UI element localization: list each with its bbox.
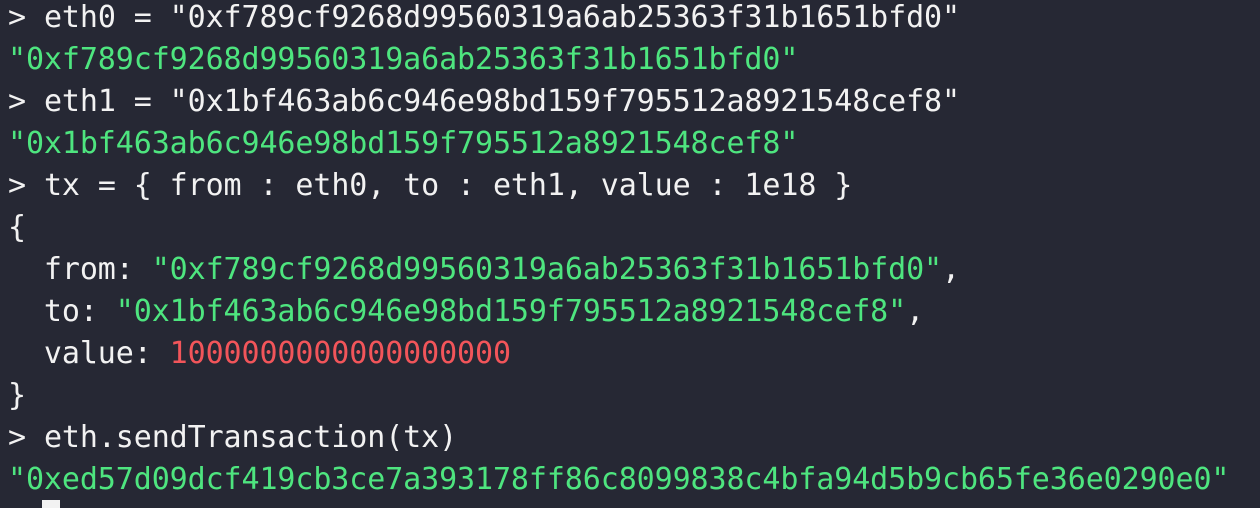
field-value-string: "0xf789cf9268d99560319a6ab25363f31b1651b… <box>151 252 943 287</box>
prompt: > <box>8 420 44 455</box>
prompt: > <box>8 168 44 203</box>
object-open-brace: { <box>8 210 26 245</box>
object-close-brace: } <box>8 378 26 413</box>
object-field-value: value: 1000000000000000000 <box>8 336 1260 378</box>
command-line-eth0: > eth0 = "0xf789cf9268d99560319a6ab25363… <box>8 0 1260 42</box>
field-separator: , <box>942 252 960 287</box>
field-value-string: "0x1bf463ab6c946e98bd159f795512a8921548c… <box>115 294 907 329</box>
field-key: value: <box>8 336 170 371</box>
command-text: eth.sendTransaction(tx) <box>43 420 458 455</box>
terminal-cursor[interactable] <box>42 500 60 508</box>
command-text: tx = { from : eth0, to : eth1, value : 1… <box>43 168 853 203</box>
command-line-eth1: > eth1 = "0x1bf463ab6c946e98bd159f795512… <box>8 84 1260 126</box>
prompt: > <box>8 84 44 119</box>
command-text: eth1 = "0x1bf463ab6c946e98bd159f795512a8… <box>43 84 960 119</box>
field-key: from: <box>8 252 152 287</box>
command-text: eth0 = "0xf789cf9268d99560319a6ab25363f3… <box>43 0 960 35</box>
command-line-tx: > tx = { from : eth0, to : eth1, value :… <box>8 168 1260 210</box>
terminal-window[interactable]: > eth0 = "0xf789cf9268d99560319a6ab25363… <box>0 0 1260 508</box>
field-value-number: 1000000000000000000 <box>169 336 511 371</box>
object-field-to: to: "0x1bf463ab6c946e98bd159f795512a8921… <box>8 294 1260 336</box>
field-key: to: <box>8 294 116 329</box>
output-line-transaction-hash: "0xed57d09dcf419cb3ce7a393178ff86c809983… <box>8 462 1230 497</box>
prompt: > <box>8 0 44 35</box>
output-line-eth0: "0xf789cf9268d99560319a6ab25363f31b1651b… <box>8 42 799 77</box>
object-field-from: from: "0xf789cf9268d99560319a6ab25363f31… <box>8 252 1260 294</box>
output-line-eth1: "0x1bf463ab6c946e98bd159f795512a8921548c… <box>8 126 799 161</box>
field-separator: , <box>906 294 925 329</box>
command-line-send-transaction: > eth.sendTransaction(tx) <box>8 420 1260 462</box>
